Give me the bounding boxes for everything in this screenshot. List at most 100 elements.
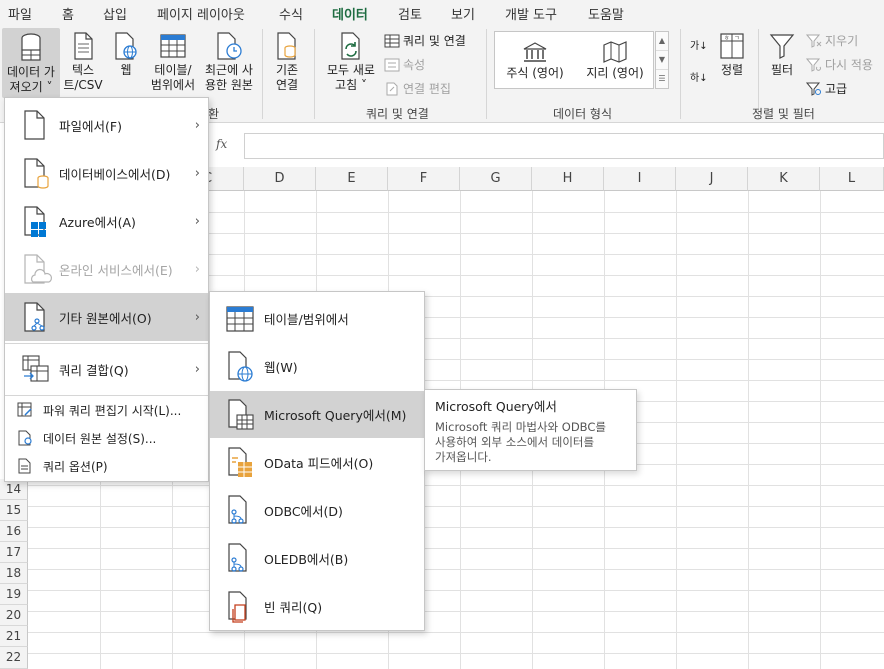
column-header[interactable]: K [748, 167, 820, 191]
gallery-scroll-up[interactable]: ▲ [656, 32, 668, 51]
query-options-icon [18, 458, 31, 474]
menu-item-data-source-settings[interactable]: 데이터 원본 설정(S)... [5, 425, 208, 451]
geography-data-type-button[interactable]: 지리 (영어) [580, 41, 650, 81]
clear-filter-label: 지우기 [825, 34, 859, 48]
sort-dialog-icon: ㅎ ㄱ [720, 33, 744, 59]
gridline-horizontal [28, 527, 884, 528]
tab-data[interactable]: 데이터 [332, 4, 368, 28]
column-header[interactable]: D [244, 167, 316, 191]
bank-icon [523, 42, 547, 62]
odata-icon [228, 447, 252, 477]
tab-help[interactable]: 도움말 [588, 4, 624, 23]
insert-function-button[interactable]: fx [216, 137, 227, 151]
menu-item-query-options[interactable]: 쿼리 옵션(P) [5, 453, 208, 479]
gallery-scrollbar[interactable]: ▲ ▼ ☰ [655, 31, 669, 89]
advanced-filter-label: 고급 [825, 82, 848, 96]
web-button[interactable]: 웹 [108, 32, 144, 78]
ribbon-tabs: 파일 홈 삽입 페이지 레이아웃 수식 데이터 검토 보기 개발 도구 도움말 [0, 0, 884, 28]
tab-view[interactable]: 보기 [451, 4, 475, 23]
submenu-item-label: 웹(W) [264, 360, 298, 375]
menu-item-from-file[interactable]: 파일에서(F) › [5, 101, 208, 149]
menu-item-combine-queries[interactable]: 쿼리 결합(Q) › [5, 345, 208, 393]
file-icon [24, 110, 45, 140]
row-header[interactable]: 20 [0, 605, 28, 626]
submenu-item-from-web[interactable]: 웹(W) [210, 343, 424, 390]
menu-item-launch-power-query-editor[interactable]: 파워 쿼리 편집기 시작(L)... [5, 397, 208, 423]
data-source-settings-icon [18, 430, 32, 446]
menu-item-from-azure[interactable]: Azure에서(A) › [5, 197, 208, 245]
clear-filter-button[interactable]: 지우기 [806, 32, 858, 49]
refresh-all-label-1: 모두 새로 [327, 63, 375, 77]
sort-descending-button[interactable]: 하↓ [690, 69, 708, 84]
web-page-icon [228, 351, 253, 382]
properties-label: 속성 [403, 58, 426, 72]
ribbon-separator [486, 29, 487, 119]
column-header[interactable]: G [460, 167, 532, 191]
submenu-item-from-microsoft-query[interactable]: Microsoft Query에서(M) [210, 391, 424, 438]
stocks-data-type-button[interactable]: 주식 (영어) [500, 41, 570, 81]
column-header[interactable]: F [388, 167, 460, 191]
sort-ascending-icon: 가↓ [690, 41, 708, 52]
cloud-icon [24, 254, 53, 284]
recent-sources-button[interactable]: 최근에 사 용한 원본 [200, 32, 258, 93]
table-range-button[interactable]: 테이블/ 범위에서 [148, 32, 198, 93]
gallery-expand[interactable]: ☰ [656, 70, 668, 89]
menu-item-label: 쿼리 옵션(P) [43, 459, 108, 474]
queries-connections-label: 쿼리 및 연결 [403, 34, 466, 48]
row-header[interactable]: 21 [0, 626, 28, 647]
advanced-filter-button[interactable]: 고급 [806, 80, 847, 97]
menu-item-from-other-sources[interactable]: 기타 원본에서(O) › [5, 293, 208, 341]
existing-connections-button[interactable]: 기존 연결 [266, 32, 308, 93]
row-header[interactable]: 18 [0, 563, 28, 584]
gridline-horizontal [28, 569, 884, 570]
row-header[interactable]: 16 [0, 521, 28, 542]
column-header[interactable]: J [676, 167, 748, 191]
tab-review[interactable]: 검토 [398, 4, 422, 23]
tab-developer[interactable]: 개발 도구 [505, 4, 557, 23]
tab-page-layout[interactable]: 페이지 레이아웃 [157, 4, 245, 23]
sort-button[interactable]: ㅎ ㄱ 정렬 [716, 32, 748, 78]
get-data-button[interactable]: 데이터 가 져오기 ˅ [2, 28, 60, 98]
submenu-item-blank-query[interactable]: 빈 쿼리(Q) [210, 583, 424, 630]
formula-input[interactable] [244, 133, 884, 159]
submenu-item-from-odbc[interactable]: ODBC에서(D) [210, 487, 424, 534]
submenu-arrow-icon: › [194, 361, 200, 377]
tab-home[interactable]: 홈 [62, 4, 74, 23]
tooltip-body: Microsoft 쿼리 마법사와 ODBC를 사용하여 외부 소스에서 데이터… [435, 420, 606, 464]
properties-button[interactable]: 속성 [384, 56, 425, 73]
row-header[interactable]: 22 [0, 647, 28, 669]
menu-item-from-database[interactable]: 데이터베이스에서(D) › [5, 149, 208, 197]
table-range-label-2: 범위에서 [150, 78, 196, 92]
column-header[interactable]: I [604, 167, 676, 191]
reapply-filter-button[interactable]: 다시 적용 [806, 56, 873, 73]
menu-item-from-online-services[interactable]: 온라인 서비스에서(E) › [5, 245, 208, 293]
sort-ascending-button[interactable]: 가↓ [690, 37, 708, 52]
power-query-editor-icon [17, 402, 32, 417]
azure-icon [24, 206, 46, 237]
submenu-item-from-table-range[interactable]: 테이블/범위에서 [210, 295, 424, 342]
submenu-item-from-oledb[interactable]: OLEDB에서(B) [210, 535, 424, 582]
queries-connections-button[interactable]: 쿼리 및 연결 [384, 32, 466, 49]
row-header[interactable]: 17 [0, 542, 28, 563]
microsoft-query-tooltip: Microsoft Query에서 Microsoft 쿼리 마법사와 ODBC… [424, 389, 637, 471]
tab-insert[interactable]: 삽입 [103, 4, 127, 23]
recent-sources-icon [217, 32, 242, 60]
edit-links-button[interactable]: 연결 편집 [384, 80, 451, 97]
column-header[interactable]: L [820, 167, 884, 191]
row-header[interactable]: 14 [0, 479, 28, 500]
column-header[interactable]: H [532, 167, 604, 191]
row-header[interactable]: 15 [0, 500, 28, 521]
gallery-scroll-down[interactable]: ▼ [656, 51, 668, 70]
ribbon-separator [314, 29, 315, 119]
menu-item-label: 온라인 서비스에서(E) [59, 262, 173, 278]
tab-file[interactable]: 파일 [8, 4, 32, 23]
column-header[interactable]: E [316, 167, 388, 191]
text-csv-button[interactable]: 텍스 트/CSV [62, 32, 104, 93]
filter-button[interactable]: 필터 [764, 32, 800, 78]
tab-formulas[interactable]: 수식 [279, 4, 303, 23]
submenu-item-from-odata-feed[interactable]: OData 피드에서(O) [210, 439, 424, 486]
gridline-horizontal [28, 611, 884, 612]
row-header[interactable]: 19 [0, 584, 28, 605]
ribbon-separator [680, 29, 681, 119]
refresh-all-button[interactable]: 모두 새로 고침 ˅ [322, 32, 380, 93]
